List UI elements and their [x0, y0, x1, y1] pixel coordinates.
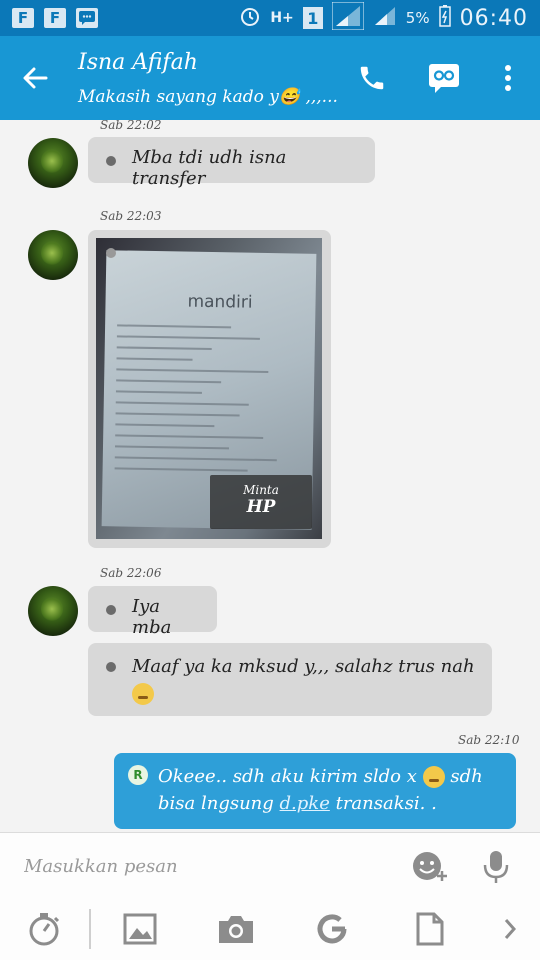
clock: 06:40 — [459, 5, 528, 31]
message-text-part1: Okeee.. sdh aku kirim sldo x — [158, 766, 417, 787]
alarm-icon — [239, 5, 261, 31]
battery-percent: 5% — [405, 9, 430, 27]
contact-status: Makasih sayang kado y😅 ,,,... — [78, 87, 338, 107]
contact-name[interactable]: Isna Afifah — [78, 50, 198, 75]
toolbar-divider — [89, 909, 91, 949]
unread-dot — [106, 662, 116, 672]
network-type: H+ — [270, 10, 294, 26]
avatar[interactable] — [28, 586, 78, 636]
unread-dot — [106, 248, 116, 258]
more-vertical-icon — [505, 65, 511, 91]
outgoing-message-bubble[interactable]: R Okeee.. sdh aku kirim sldo x sdh bisa … — [114, 753, 516, 829]
message-bubble[interactable]: Maaf ya ka mksud y,,, salahz trus nah — [88, 643, 492, 716]
message-bubble[interactable]: Iya mba — [88, 586, 217, 638]
watermark-line2: HP — [246, 497, 276, 517]
read-receipt-badge: R — [128, 765, 148, 785]
status-bar: F F H+ 1 5% 06:40 — [0, 0, 540, 36]
message-link[interactable]: d.pke — [280, 793, 330, 814]
signal-icon — [331, 1, 365, 34]
message-timestamp: Sab 22:02 — [100, 120, 162, 132]
receipt-lines — [114, 324, 307, 481]
file-button[interactable] — [410, 909, 450, 949]
message-text: Maaf ya ka mksud y,,, salahz trus nah — [132, 656, 475, 677]
app-bar: Isna Afifah Makasih sayang kado y😅 ,,,..… — [0, 36, 540, 120]
add-emoji-icon — [413, 852, 447, 881]
message-input[interactable] — [24, 851, 384, 881]
image-message[interactable]: mandiri Minta HP — [88, 230, 331, 548]
microphone-icon — [483, 851, 509, 883]
message-timestamp: Sab 22:10 — [458, 733, 520, 747]
google-search-button[interactable] — [312, 909, 352, 949]
message-bubble[interactable]: Mba tdi udh isna transfer — [88, 137, 375, 189]
arrow-left-icon — [23, 67, 48, 89]
phone-icon — [360, 66, 384, 90]
chat-thread[interactable]: Sab 22:02 Mba tdi udh isna transfer Sab … — [0, 120, 540, 832]
gallery-button[interactable] — [120, 909, 160, 949]
file-icon — [416, 912, 444, 946]
back-button[interactable] — [18, 60, 54, 96]
receipt-brand: mandiri — [187, 291, 253, 313]
message-timestamp: Sab 22:03 — [100, 209, 162, 223]
message-text: Iya mba — [132, 596, 172, 638]
message-composer — [0, 832, 540, 960]
emoji-picker-button[interactable] — [410, 847, 450, 887]
message-text-part3: transaksi. . — [335, 793, 437, 814]
more-options-button[interactable] — [490, 60, 526, 96]
timer-icon — [29, 913, 60, 946]
video-chat-icon — [429, 64, 459, 93]
unread-dot — [106, 605, 116, 615]
battery-icon — [438, 5, 451, 31]
video-chat-button[interactable] — [426, 60, 462, 96]
camera-button[interactable] — [216, 909, 256, 949]
facebook-icon: F — [12, 8, 34, 28]
bbm-icon — [76, 8, 98, 28]
sim-badge: 1 — [302, 7, 323, 29]
avatar[interactable] — [28, 138, 78, 188]
call-button[interactable] — [354, 60, 390, 96]
emoji-icon — [132, 683, 154, 705]
refresh-g-icon — [317, 914, 347, 944]
camera-icon — [219, 916, 253, 943]
facebook-icon: F — [44, 8, 66, 28]
avatar[interactable] — [28, 230, 78, 280]
message-text: Mba tdi udh isna transfer — [132, 147, 287, 189]
image-icon — [123, 913, 157, 945]
timer-button[interactable] — [24, 909, 64, 949]
chevron-right-icon — [504, 919, 517, 939]
signal-icon-2 — [373, 5, 397, 31]
watermark-line1: Minta — [243, 483, 279, 497]
emoji-icon — [422, 766, 445, 788]
voice-note-button[interactable] — [476, 847, 516, 887]
message-timestamp: Sab 22:06 — [100, 566, 162, 580]
unread-dot — [106, 156, 116, 166]
receipt-photo[interactable]: mandiri Minta HP — [96, 238, 322, 539]
image-watermark: Minta HP — [210, 475, 312, 529]
more-tools-button[interactable] — [490, 909, 530, 949]
